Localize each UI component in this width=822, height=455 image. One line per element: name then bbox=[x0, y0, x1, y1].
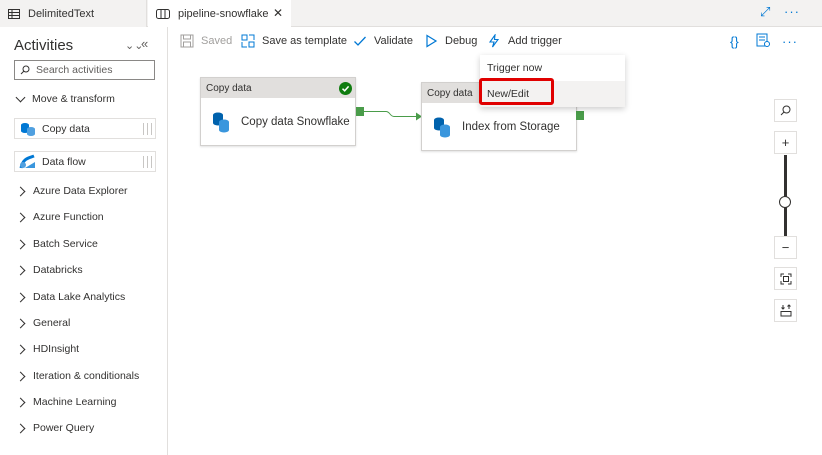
activity-data-flow[interactable]: Data flow bbox=[14, 151, 156, 172]
expand-icon[interactable]: ⤢ bbox=[760, 4, 770, 20]
more-icon[interactable]: ··· bbox=[784, 4, 800, 19]
activities-panel: Activities ⌄⌄ « Search activities Move &… bbox=[0, 27, 168, 455]
collapse-panel-icon[interactable]: « bbox=[141, 36, 148, 51]
success-check-icon bbox=[339, 82, 352, 95]
tab-label: DelimitedText bbox=[28, 7, 95, 20]
zoom-slider-thumb[interactable] bbox=[779, 196, 791, 208]
copy-data-icon bbox=[434, 117, 450, 137]
section-databricks[interactable]: Databricks bbox=[15, 264, 83, 276]
zoom-out-button[interactable]: − bbox=[774, 236, 797, 259]
section-machine-learning[interactable]: Machine Learning bbox=[15, 396, 116, 408]
play-icon bbox=[426, 34, 438, 48]
zoom-in-button[interactable]: + bbox=[774, 131, 797, 154]
checkmark-icon bbox=[354, 36, 366, 46]
dependency-connector bbox=[364, 111, 422, 121]
save-as-template-button[interactable]: Save as template bbox=[241, 33, 347, 49]
node-name: Copy data Snowflake bbox=[241, 115, 350, 128]
zoom-search-button[interactable] bbox=[774, 99, 797, 122]
activity-copy-data[interactable]: Copy data bbox=[14, 118, 156, 139]
properties-icon[interactable] bbox=[756, 33, 770, 48]
success-output-port[interactable] bbox=[356, 107, 364, 116]
copy-data-icon bbox=[21, 122, 35, 136]
section-general[interactable]: General bbox=[15, 317, 70, 329]
auto-align-button[interactable] bbox=[774, 299, 797, 322]
tab-bar: DelimitedText pipeline-snowflake ✕ ⤢ ··· bbox=[0, 0, 822, 28]
tab-delimitedtext[interactable]: DelimitedText bbox=[0, 0, 147, 27]
tab-label: pipeline-snowflake bbox=[178, 8, 269, 20]
template-icon bbox=[241, 34, 255, 48]
zoom-to-fit-button[interactable] bbox=[774, 267, 797, 290]
node-name: Index from Storage bbox=[462, 120, 560, 133]
chevron-right-icon bbox=[15, 423, 26, 433]
saved-button: Saved bbox=[180, 33, 232, 49]
drag-handle-icon[interactable] bbox=[143, 123, 152, 135]
section-azure-data-explorer[interactable]: Azure Data Explorer bbox=[15, 185, 128, 197]
auto-align-icon bbox=[780, 304, 791, 317]
table-icon bbox=[8, 8, 20, 19]
chevron-right-icon bbox=[15, 186, 26, 196]
section-move-transform[interactable]: Move & transform bbox=[15, 92, 115, 105]
chevron-down-icon bbox=[15, 92, 26, 102]
activity-node-copy-data-snowflake[interactable]: Copy data Copy data Snowflake bbox=[200, 77, 356, 146]
section-power-query[interactable]: Power Query bbox=[15, 422, 94, 434]
chevron-right-icon bbox=[15, 318, 26, 328]
search-activities-input[interactable]: Search activities bbox=[14, 60, 155, 80]
chevron-right-icon bbox=[15, 344, 26, 354]
plus-icon: + bbox=[781, 135, 790, 150]
section-data-lake-analytics[interactable]: Data Lake Analytics bbox=[15, 291, 125, 303]
validate-button[interactable]: Validate bbox=[353, 33, 413, 49]
highlight-box bbox=[479, 78, 554, 105]
success-output-port[interactable] bbox=[576, 111, 584, 120]
data-flow-icon bbox=[19, 154, 35, 168]
save-icon bbox=[180, 34, 194, 48]
section-batch-service[interactable]: Batch Service bbox=[15, 238, 98, 250]
drag-handle-icon[interactable] bbox=[143, 156, 152, 168]
minus-icon: − bbox=[781, 240, 790, 255]
chevron-right-icon bbox=[15, 265, 26, 275]
section-iteration-conditionals[interactable]: Iteration & conditionals bbox=[15, 370, 139, 382]
lightning-icon bbox=[488, 34, 500, 48]
chevron-right-icon bbox=[15, 292, 26, 302]
code-icon[interactable]: {} bbox=[730, 33, 739, 49]
chevron-right-icon bbox=[15, 212, 26, 222]
pipeline-icon bbox=[156, 9, 170, 19]
section-azure-function[interactable]: Azure Function bbox=[15, 211, 104, 223]
activities-title: Activities bbox=[14, 37, 74, 54]
search-icon bbox=[780, 105, 791, 116]
chevron-right-icon bbox=[15, 371, 26, 381]
chevron-right-icon bbox=[15, 397, 26, 407]
toolbar: Saved Save as template Validate Debug Ad… bbox=[168, 27, 822, 54]
fit-to-screen-icon bbox=[780, 273, 791, 284]
more-options-icon[interactable]: ··· bbox=[782, 33, 798, 49]
close-icon[interactable]: ✕ bbox=[273, 6, 283, 20]
node-type-label: Copy data bbox=[201, 78, 355, 98]
add-trigger-button[interactable]: Add trigger bbox=[487, 33, 562, 49]
tab-pipeline-snowflake[interactable]: pipeline-snowflake ✕ bbox=[148, 0, 291, 28]
section-hdinsight[interactable]: HDInsight bbox=[15, 343, 79, 355]
debug-button[interactable]: Debug bbox=[424, 33, 477, 49]
copy-data-icon bbox=[213, 112, 229, 132]
search-icon bbox=[20, 65, 30, 75]
chevron-right-icon bbox=[15, 239, 26, 249]
